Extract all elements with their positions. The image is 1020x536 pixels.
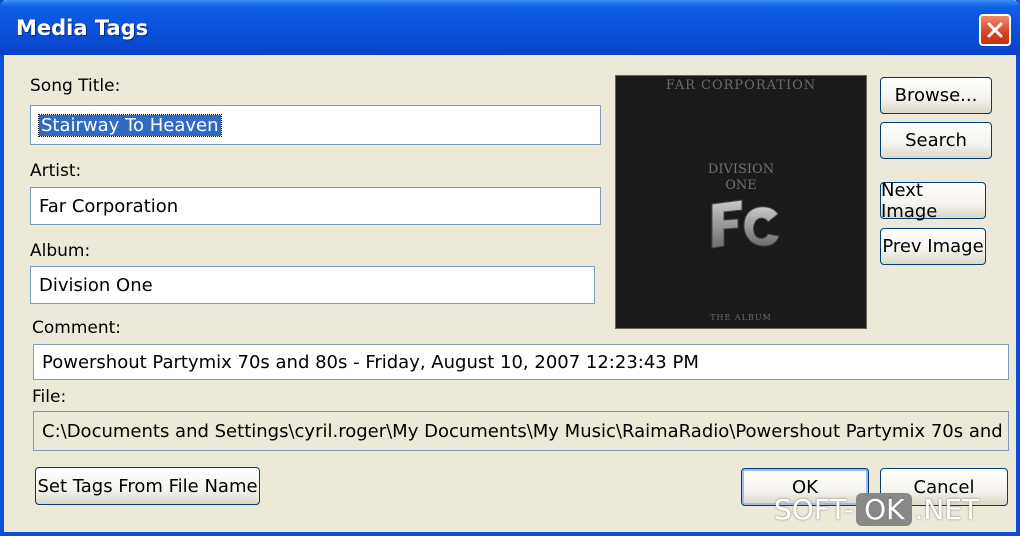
cover-footer-text: THE ALBUM [710,313,772,322]
search-button[interactable]: Search [880,122,992,159]
album-label: Album: [30,241,91,261]
close-icon [987,22,1003,38]
song-title-field[interactable]: Stairway To Heaven [30,105,601,145]
cover-band-text: FAR CORPORATION [665,78,817,93]
set-tags-from-file-name-button[interactable]: Set Tags From File Name [35,467,260,505]
watermark-part3: .NET [914,493,980,526]
watermark-part1: SOFT- [774,493,855,526]
comment-field[interactable]: Powershout Partymix 70s and 80s - Friday… [33,344,1009,380]
file-label: File: [32,387,67,407]
cover-album-line1: DIVISION [707,162,775,177]
artist-field[interactable]: Far Corporation [30,187,601,225]
watermark: SOFT- OK .NET [774,493,979,526]
comment-label: Comment: [32,318,122,338]
media-tags-dialog: Media Tags Song Title: Stairway To Heave… [0,0,1020,536]
browse-button[interactable]: Browse... [880,77,992,114]
window-title: Media Tags [16,16,149,40]
close-button[interactable] [979,14,1011,46]
album-field[interactable]: Division One [30,266,595,304]
prev-image-button[interactable]: Prev Image [880,228,986,265]
artist-label: Artist: [30,161,82,181]
song-title-label: Song Title: [30,76,121,96]
file-path-field[interactable]: C:\Documents and Settings\cyril.roger\My… [33,411,1009,451]
watermark-part2: OK [856,493,913,526]
song-title-value: Stairway To Heaven [38,113,222,137]
next-image-button[interactable]: Next Image [880,180,986,222]
title-bar[interactable]: Media Tags [0,0,1020,55]
fc-logo-icon [711,199,780,249]
cover-album-line2: ONE [725,178,757,193]
album-cover-image: FAR CORPORATION DIVISION ONE THE ALBUM [615,75,867,329]
